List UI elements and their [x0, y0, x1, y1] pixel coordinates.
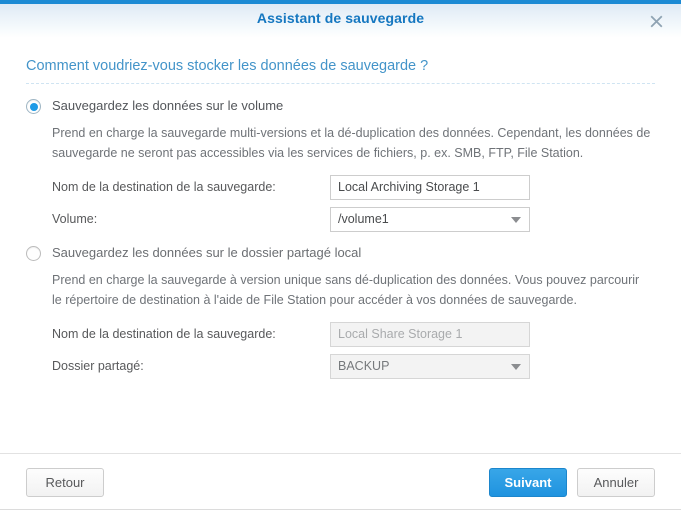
control-volume: /volume1 [330, 206, 530, 232]
chevron-down-icon [511, 364, 521, 370]
label-destination-name: Nom de la destination de la sauvegarde: [52, 180, 276, 194]
next-button[interactable]: Suivant [489, 467, 567, 497]
option-volume-label: Sauvegardez les données sur le volume [52, 98, 284, 113]
label-share-destination-name: Nom de la destination de la sauvegarde: [52, 327, 276, 341]
shared-folder-select: BACKUP [330, 353, 530, 379]
option-shared-folder-fields: Nom de la destination de la sauvegarde: … [52, 321, 655, 379]
share-destination-name-input [330, 321, 530, 347]
radio-volume[interactable] [26, 99, 41, 114]
shared-folder-select-value: BACKUP [338, 358, 390, 373]
field-row-shared-folder: Dossier partagé: BACKUP [52, 353, 655, 379]
page-title: Comment voudriez-vous stocker les donnée… [26, 58, 429, 74]
control-shared-folder: BACKUP [330, 353, 530, 379]
volume-select-value: /volume1 [338, 211, 389, 226]
dialog-footer: Retour Suivant Annuler [0, 453, 681, 510]
option-volume: Sauvegardez les données sur le volume Pr… [26, 98, 655, 232]
destination-name-input[interactable] [330, 174, 530, 200]
option-shared-folder: Sauvegardez les données sur le dossier p… [26, 245, 655, 379]
field-row-share-destination-name: Nom de la destination de la sauvegarde: [52, 321, 655, 347]
option-volume-fields: Nom de la destination de la sauvegarde: … [52, 174, 655, 232]
label-volume: Volume: [52, 212, 98, 226]
backup-wizard-dialog: Assistant de sauvegarde Comment voudriez… [0, 0, 681, 510]
option-volume-row[interactable]: Sauvegardez les données sur le volume [26, 98, 655, 114]
chevron-down-icon [511, 217, 521, 223]
heading-divider [26, 83, 655, 84]
control-destination-name [330, 174, 530, 200]
option-shared-folder-description: Prend en charge la sauvegarde à version … [52, 273, 640, 307]
option-shared-folder-row[interactable]: Sauvegardez les données sur le dossier p… [26, 245, 655, 261]
option-shared-folder-label: Sauvegardez les données sur le dossier p… [52, 245, 362, 260]
dialog-titlebar: Assistant de sauvegarde [0, 0, 681, 38]
dialog-body: Comment voudriez-vous stocker les donnée… [0, 38, 681, 453]
control-share-destination-name [330, 321, 530, 347]
label-shared-folder: Dossier partagé: [52, 359, 144, 373]
dialog-title: Assistant de sauvegarde [256, 10, 425, 26]
radio-shared-folder[interactable] [26, 246, 41, 261]
field-row-volume: Volume: /volume1 [52, 206, 655, 232]
back-button[interactable]: Retour [26, 467, 104, 497]
field-row-destination-name: Nom de la destination de la sauvegarde: [52, 174, 655, 200]
volume-select[interactable]: /volume1 [330, 206, 530, 232]
cancel-button[interactable]: Annuler [577, 467, 655, 497]
option-volume-description: Prend en charge la sauvegarde multi-vers… [52, 126, 651, 160]
close-icon[interactable] [643, 8, 669, 34]
